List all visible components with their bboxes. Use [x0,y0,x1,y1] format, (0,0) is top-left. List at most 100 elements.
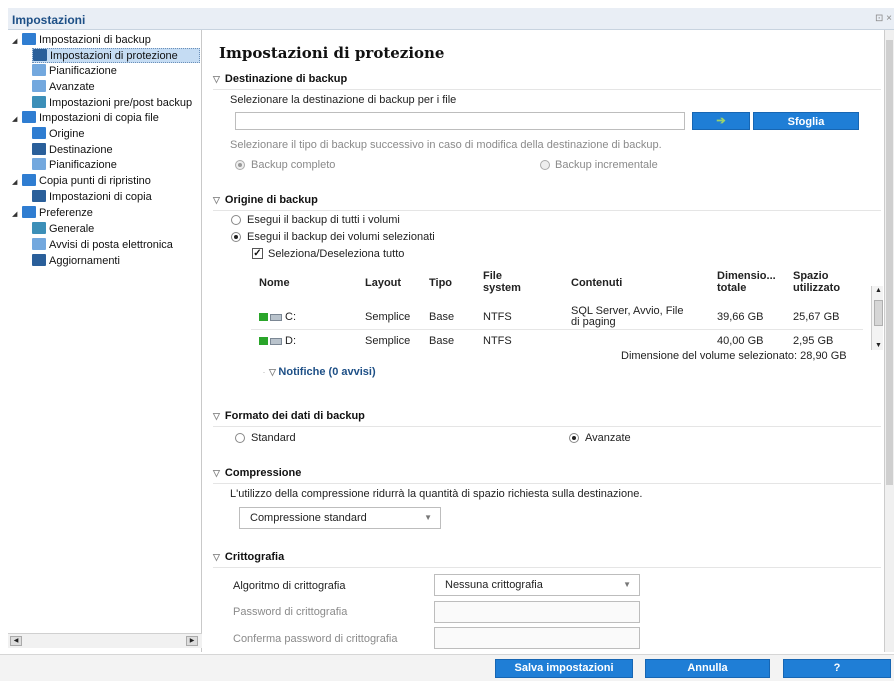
tree-copy-settings[interactable]: Impostazioni di copia [32,190,152,205]
tree-label: Impostazioni pre/post backup [49,97,193,109]
section-format[interactable]: ▽ Formato dei dati di backup [213,407,881,427]
volume-checkbox-icon[interactable] [259,313,268,321]
updates-icon [32,254,46,266]
tree-advanced[interactable]: Avanzate [32,80,95,95]
collapse-icon[interactable]: ▽ [213,195,220,205]
all-volumes-radio[interactable] [231,215,241,225]
settings-sidebar: ◢ Impostazioni di backup Impostazioni di … [8,30,202,652]
encryption-algo-select[interactable]: Nessuna crittografia ▼ [434,574,640,596]
tree-destination[interactable]: Destinazione [32,143,113,158]
scroll-thumb[interactable] [874,300,883,326]
expand-icon[interactable]: ◢ [12,175,22,190]
scroll-up-icon[interactable]: ▲ [874,287,883,294]
tree-copy-recovery[interactable]: ◢ Copia punti di ripristino [12,174,151,189]
section-source[interactable]: ▽ Origine di backup [213,191,881,211]
scroll-down-icon[interactable]: ▼ [874,342,883,349]
tree-email-alerts[interactable]: Avvisi di posta elettronica [32,238,173,253]
notifications-label: Notifiche (0 avvisi) [278,366,376,378]
scroll-thumb[interactable] [886,40,893,485]
section-compression[interactable]: ▽ Compressione [213,464,881,484]
tree-source[interactable]: Origine [32,127,84,142]
collapse-icon[interactable]: ▽ [213,411,220,421]
table-row-c-name[interactable]: C: [259,311,296,323]
encryption-password-field[interactable] [434,601,640,623]
compression-select[interactable]: Compressione standard ▼ [239,507,441,529]
col-total-1[interactable]: Dimensio... [717,270,776,282]
tree-preferences[interactable]: ◢ Preferenze [12,206,93,221]
scroll-right-icon[interactable]: ▶ [186,636,198,646]
tree-updates[interactable]: Aggiornamenti [32,254,120,269]
main-panel: Impostazioni di protezione ▽ Destinazione… [203,30,883,652]
table-row-d-total: 40,00 GB [717,335,764,347]
tree-label: Preferenze [39,207,93,219]
volume-name: D: [285,335,296,347]
full-backup-label: Backup completo [251,159,336,171]
cancel-button[interactable]: Annulla [645,659,770,678]
window-title: Impostazioni [12,13,86,27]
selected-volumes-radio[interactable] [231,232,241,242]
tree-pre-post[interactable]: Impostazioni pre/post backup [32,96,192,111]
tree-backup-settings[interactable]: ◢ Impostazioni di backup [12,33,151,48]
tree-label: Avanzate [49,81,95,93]
compression-value: Compressione standard [250,512,367,524]
col-type[interactable]: Tipo [429,277,452,289]
expand-icon[interactable]: ◢ [12,112,22,127]
encryption-confirm-field[interactable] [434,627,640,649]
sidebar-horizontal-scrollbar[interactable]: ◀ ▶ [8,633,202,648]
tree-label: Impostazioni di backup [39,34,151,46]
col-used-1[interactable]: Spazio [793,270,828,282]
incremental-backup-radio[interactable] [540,160,550,170]
tree-file-schedule[interactable]: Pianificazione [32,158,117,173]
collapse-icon[interactable]: ▽ [213,468,220,478]
section-destination[interactable]: ▽ Destinazione di backup [213,70,881,90]
table-row-d-name[interactable]: D: [259,335,296,347]
go-arrow-button[interactable]: ➔ [692,112,750,130]
browse-button[interactable]: Sfoglia [753,112,859,130]
destination-input[interactable] [235,112,685,130]
tree-protection-settings[interactable]: Impostazioni di protezione [32,48,200,63]
encryption-password-label: Password di crittografia [233,606,348,618]
incremental-backup-label: Backup incrementale [555,159,658,171]
selected-volumes-label: Esegui il backup dei volumi selezionati [247,231,435,243]
col-contents[interactable]: Contenuti [571,277,622,289]
pre-post-icon [32,96,46,108]
section-title: Crittografia [224,551,285,563]
col-fs-1[interactable]: File [483,270,502,282]
scroll-left-icon[interactable]: ◀ [10,636,22,646]
table-row-c-type: Base [429,311,455,323]
col-layout[interactable]: Layout [365,277,401,289]
col-name[interactable]: Nome [259,277,290,289]
main-vertical-scrollbar[interactable] [884,30,894,652]
email-icon [32,238,46,250]
section-encryption[interactable]: ▽ Crittografia [213,548,881,568]
select-all-checkbox[interactable]: ✓ [252,248,263,259]
collapse-icon[interactable]: ▽ [213,74,220,84]
window-controls-icon[interactable]: ⊡ × [875,13,892,24]
tree-label: Impostazioni di copia file [39,112,159,124]
format-standard-radio[interactable] [235,433,245,443]
col-used-2[interactable]: utilizzato [793,282,840,294]
full-backup-radio[interactable] [235,160,245,170]
expand-icon[interactable]: ◢ [12,34,22,49]
protection-icon [33,49,47,61]
tree-general[interactable]: Generale [32,222,94,237]
tree-schedule[interactable]: Pianificazione [32,64,117,79]
save-settings-button[interactable]: Salva impostazioni [495,659,633,678]
col-fs-2[interactable]: system [483,282,521,294]
notifications-link[interactable]: ▽ Notifiche (0 avvisi) [265,366,380,378]
tree-file-copy[interactable]: ◢ Impostazioni di copia file [12,111,159,126]
table-row-c-content2: di paging [571,316,616,328]
schedule-icon [32,158,46,170]
volume-checkbox-icon[interactable] [259,337,268,345]
destination-icon [32,143,46,155]
expand-icon[interactable]: ◢ [12,207,22,222]
volumes-table: Nome Layout Tipo File system Contenuti D… [251,265,871,349]
tree-label: Origine [49,128,85,140]
volumes-table-scrollbar[interactable]: ▲ ▼ [871,286,883,350]
col-total-2[interactable]: totale [717,282,746,294]
file-copy-icon [22,111,36,123]
copy-settings-icon [32,190,46,202]
format-advanced-radio[interactable] [569,433,579,443]
collapse-icon[interactable]: ▽ [213,552,220,562]
help-button[interactable]: ? [783,659,891,678]
